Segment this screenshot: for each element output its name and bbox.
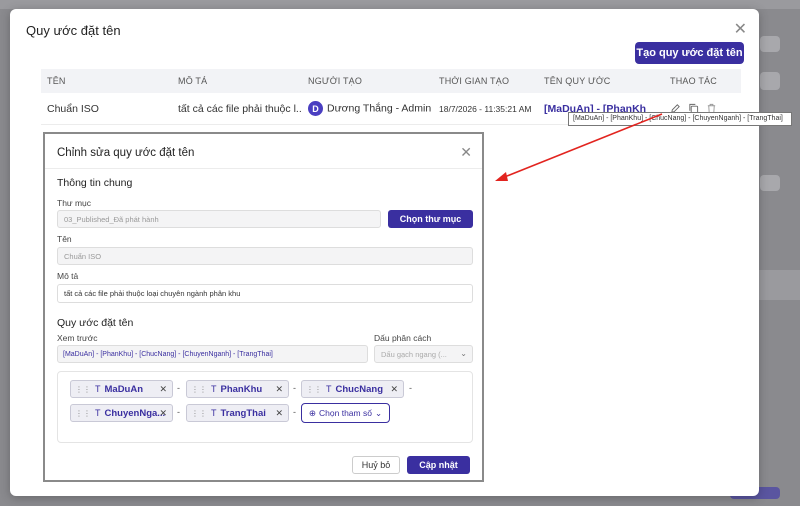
token-separator: -: [293, 407, 296, 417]
token-label: ChuyenNga...: [104, 407, 166, 419]
token-separator: -: [409, 383, 412, 393]
token-separator: -: [293, 383, 296, 393]
bg-button: [760, 36, 780, 52]
description-field[interactable]: tất cả các file phải thuộc loại chuyên n…: [57, 284, 473, 303]
token-label: TrangThai: [220, 407, 266, 419]
creator-name: Dương Thắng - Admin: [327, 102, 432, 115]
row-created-at: 18/7/2026 - 11:35:21 AM: [439, 103, 532, 114]
modal-title: Quy ước đặt tên: [26, 23, 121, 38]
remove-icon[interactable]: ✕: [275, 384, 283, 395]
close-icon[interactable]: ✕: [734, 19, 747, 39]
drag-handle-icon[interactable]: ⋮⋮: [306, 385, 322, 394]
dialog-title: Chỉnh sửa quy ước đặt tên: [57, 147, 195, 159]
add-parameter-label: Chọn tham số: [319, 408, 372, 418]
remove-icon[interactable]: ✕: [275, 408, 283, 419]
update-button[interactable]: Cập nhật: [407, 456, 470, 474]
chevron-down-icon: ⌄: [374, 407, 383, 418]
row-name: Chuẩn ISO: [47, 102, 99, 115]
remove-icon[interactable]: ✕: [159, 384, 167, 395]
header-creator: NGƯỜI TẠO: [308, 76, 363, 86]
token-label: PhanKhu: [220, 383, 263, 395]
folder-field[interactable]: 03_Published_Đã phát hành: [57, 210, 381, 228]
text-type-icon: T: [211, 384, 217, 394]
cancel-button[interactable]: Huỷ bỏ: [352, 456, 400, 474]
header-created-at: THỜI GIAN TẠO: [439, 76, 510, 86]
naming-section-title: Quy ước đặt tên: [57, 317, 134, 329]
header-name: TÊN: [47, 76, 66, 86]
bg-row: [759, 270, 800, 300]
token-label: ChucNang: [335, 383, 384, 395]
drag-handle-icon[interactable]: ⋮⋮: [75, 409, 91, 418]
remove-icon[interactable]: ✕: [159, 408, 167, 419]
avatar: D: [308, 101, 323, 116]
create-convention-button[interactable]: Tạo quy ước đặt tên: [635, 42, 744, 64]
name-label: Tên: [57, 234, 72, 244]
token-label: MaDuAn: [104, 383, 144, 395]
preview-field: [MaDuAn] - [PhanKhu] - [ChucNang] - [Chu…: [57, 345, 368, 363]
edit-dialog-frame: Chỉnh sửa quy ước đặt tên ✕ Thông tin ch…: [43, 132, 484, 482]
separator-select[interactable]: Dấu gạch ngang (... ⌄: [374, 345, 473, 363]
drag-handle-icon[interactable]: ⋮⋮: [191, 409, 207, 418]
token-separator: -: [177, 407, 180, 417]
description-label: Mô tả: [57, 271, 79, 281]
separator-value: Dấu gạch ngang (...: [381, 350, 447, 359]
token-chip[interactable]: ⋮⋮ T PhanKhu ✕: [186, 380, 289, 398]
token-chip[interactable]: ⋮⋮ T TrangThai ✕: [186, 404, 289, 422]
choose-folder-button[interactable]: Chọn thư mục: [388, 210, 473, 228]
remove-icon[interactable]: ✕: [390, 384, 398, 395]
row-description: tất cả các file phải thuộc l...: [178, 102, 302, 115]
drag-handle-icon[interactable]: ⋮⋮: [191, 385, 207, 394]
header-description: MÔ TẢ: [178, 76, 208, 86]
folder-label: Thư mục: [57, 198, 92, 208]
row-creator: D Dương Thắng - Admin: [302, 101, 433, 116]
text-type-icon: T: [95, 408, 101, 418]
token-chip[interactable]: ⋮⋮ T ChucNang ✕: [301, 380, 404, 398]
separator-label: Dấu phân cách: [374, 333, 432, 343]
token-chip[interactable]: ⋮⋮ T ChuyenNga... ✕: [70, 404, 173, 422]
chevron-down-icon: ⌄: [460, 349, 467, 358]
text-type-icon: T: [326, 384, 332, 394]
bg-button: [760, 175, 780, 191]
close-icon[interactable]: ✕: [460, 144, 472, 161]
token-chip[interactable]: ⋮⋮ T MaDuAn ✕: [70, 380, 173, 398]
text-type-icon: T: [95, 384, 101, 394]
text-type-icon: T: [211, 408, 217, 418]
header-actions: THAO TÁC: [670, 76, 717, 86]
name-field[interactable]: Chuẩn ISO: [57, 247, 473, 265]
add-parameter-button[interactable]: ⊕ Chọn tham số ⌄: [301, 403, 390, 423]
edit-convention-dialog: Chỉnh sửa quy ước đặt tên ✕ Thông tin ch…: [45, 134, 482, 480]
table-header: TÊN MÔ TẢ NGƯỜI TẠO THỜI GIAN TẠO TÊN QU…: [41, 69, 741, 93]
header-convention: TÊN QUY ƯỚC: [544, 76, 611, 86]
divider: [45, 168, 482, 169]
bg-button: [760, 72, 780, 90]
general-section-title: Thông tin chung: [57, 177, 133, 189]
plus-circle-icon: ⊕: [308, 407, 317, 418]
bg-header: [0, 0, 800, 9]
drag-handle-icon[interactable]: ⋮⋮: [75, 385, 91, 394]
convention-tooltip: [MaDuAn] - [PhanKhu] - [ChucNang] - [Chu…: [568, 112, 792, 126]
token-separator: -: [177, 383, 180, 393]
tokens-box: ⋮⋮ T MaDuAn ✕ - ⋮⋮ T PhanKhu ✕ - ⋮⋮ T ChucNang ✕ …: [57, 371, 473, 443]
preview-label: Xem trước: [57, 333, 98, 343]
